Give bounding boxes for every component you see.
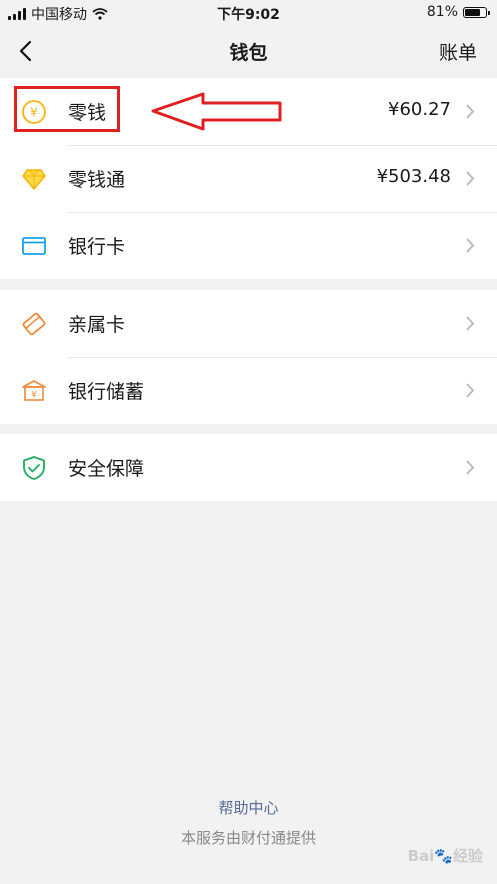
card-icon bbox=[22, 237, 46, 255]
row-label: 银行储蓄 bbox=[68, 381, 145, 403]
row-bank-savings[interactable]: ¥ 银行储蓄 bbox=[0, 357, 497, 424]
shield-icon bbox=[23, 456, 45, 480]
family-card-icon bbox=[22, 312, 46, 336]
chevron-right-icon bbox=[466, 316, 475, 331]
row-security[interactable]: 安全保障 bbox=[0, 434, 497, 501]
status-time: 下午9:02 bbox=[217, 7, 280, 23]
row-bank-card[interactable]: 银行卡 bbox=[0, 212, 497, 279]
row-label: 零钱通 bbox=[68, 169, 126, 191]
chevron-right-icon bbox=[466, 238, 475, 253]
battery-percent: 81% bbox=[426, 4, 458, 20]
status-bar: 中国移动 下午9:02 81% bbox=[0, 0, 497, 26]
status-right: 81% bbox=[426, 4, 490, 20]
chevron-right-icon bbox=[466, 460, 475, 475]
row-label: 安全保障 bbox=[68, 458, 145, 480]
chevron-right-icon bbox=[466, 171, 475, 186]
nav-bar: 钱包 账单 bbox=[0, 26, 497, 76]
svg-text:¥: ¥ bbox=[31, 391, 37, 401]
watermark-logo: Bai🐾经验 bbox=[407, 847, 483, 865]
row-amount: ¥503.48 bbox=[376, 166, 451, 187]
chevron-right-icon bbox=[466, 104, 475, 119]
battery-icon bbox=[463, 6, 490, 18]
bill-button[interactable]: 账单 bbox=[439, 38, 477, 65]
row-amount: ¥60.27 bbox=[388, 99, 451, 120]
wallet-group-family: 亲属卡 ¥ 银行储蓄 bbox=[0, 290, 497, 424]
annotation-arrow-icon bbox=[151, 92, 282, 131]
help-center-link[interactable]: 帮助中心 bbox=[0, 797, 497, 818]
chevron-right-icon bbox=[466, 383, 475, 398]
wallet-group-security: 安全保障 bbox=[0, 434, 497, 501]
row-label: 亲属卡 bbox=[68, 314, 126, 336]
bank-icon: ¥ bbox=[22, 380, 46, 401]
page-title: 钱包 bbox=[229, 42, 268, 64]
row-family-card[interactable]: 亲属卡 bbox=[0, 290, 497, 357]
diamond-icon bbox=[22, 169, 46, 190]
blurred-region bbox=[135, 154, 255, 192]
row-label: 银行卡 bbox=[68, 236, 126, 258]
annotation-highlight-box bbox=[14, 86, 120, 132]
